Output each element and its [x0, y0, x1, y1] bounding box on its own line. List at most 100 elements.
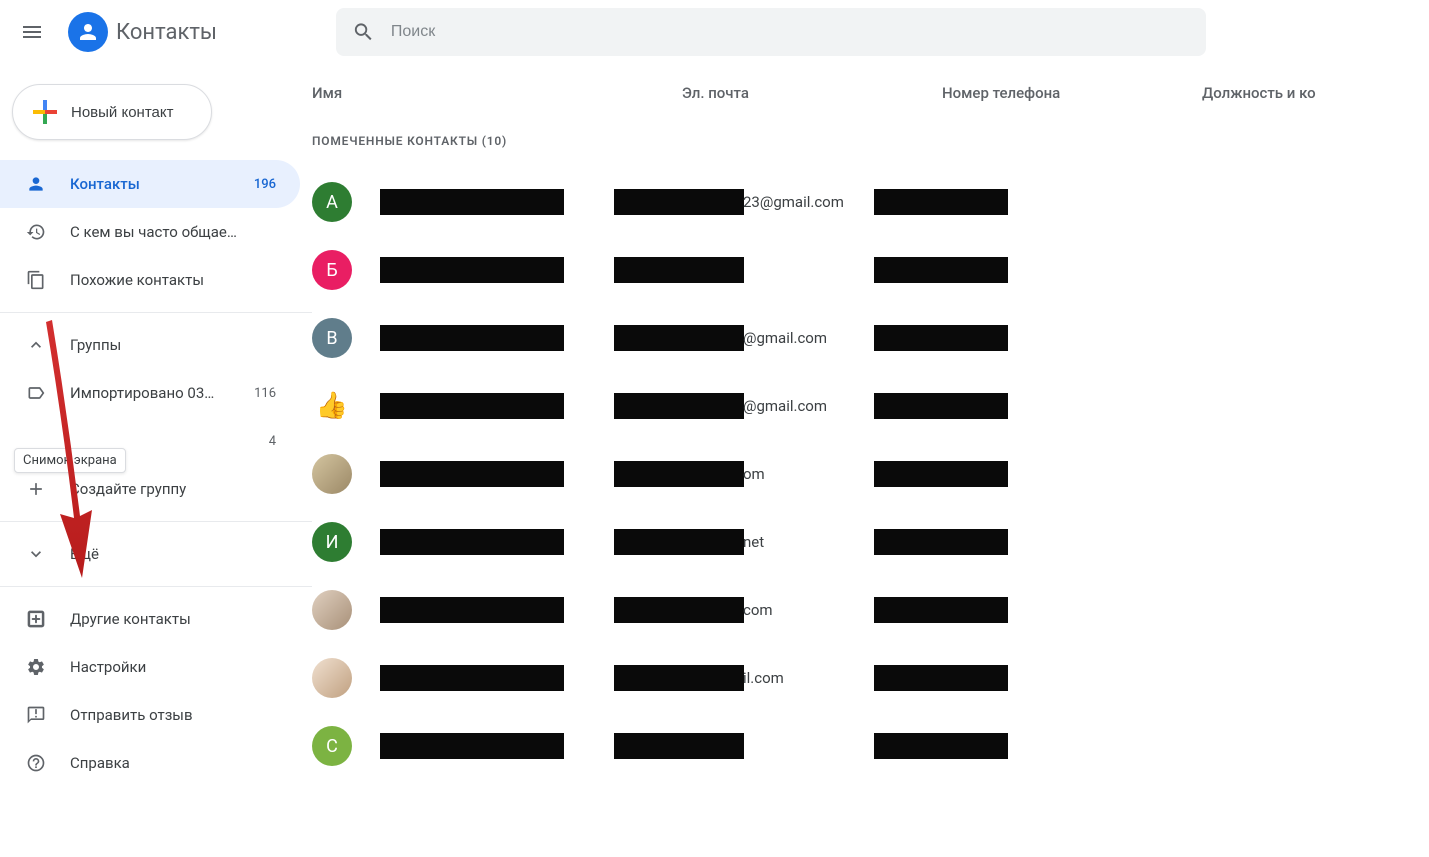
contact-row[interactable]: 👍 @gmail.com — [312, 372, 1429, 440]
email-suffix: @gmail.com — [743, 397, 827, 415]
contact-list: А 23@gmail.com БВ @gmail.com 👍 @gmail.com om Иn… — [312, 168, 1429, 780]
redacted-name — [380, 597, 564, 623]
sidebar-item-more[interactable]: Ещё — [0, 530, 300, 578]
sidebar-item-other[interactable]: Другие контакты — [0, 595, 300, 643]
search-icon — [352, 20, 375, 44]
email-suffix: om — [743, 465, 765, 483]
redacted-phone — [874, 665, 1008, 691]
sidebar-item-count: 116 — [254, 386, 276, 401]
sidebar-item-label: Контакты — [70, 175, 230, 193]
redacted-phone — [874, 325, 1008, 351]
contact-row[interactable]: В @gmail.com — [312, 304, 1429, 372]
sidebar-item-imported[interactable]: Импортировано 03… 116 — [0, 369, 300, 417]
contact-row[interactable]: А 23@gmail.com — [312, 168, 1429, 236]
contact-row[interactable]: il.com — [312, 644, 1429, 712]
redacted-phone — [874, 257, 1008, 283]
new-contact-button[interactable]: Новый контакт — [12, 84, 212, 140]
sidebar-item-contacts[interactable]: Контакты 196 — [0, 160, 300, 208]
sidebar-item-feedback[interactable]: Отправить отзыв — [0, 691, 300, 739]
avatar: И — [312, 522, 352, 562]
sidebar-item-label: Отправить отзыв — [70, 706, 276, 724]
screenshot-tooltip: Снимок экрана — [14, 448, 126, 473]
sidebar: Новый контакт Контакты 196 С кем вы част… — [0, 64, 312, 787]
hamburger-menu[interactable] — [8, 8, 56, 56]
redacted-phone — [874, 733, 1008, 759]
copy-icon — [26, 270, 46, 290]
sidebar-item-label: Импортировано 03… — [70, 384, 230, 402]
sidebar-item-label: Настройки — [70, 658, 276, 676]
feedback-icon — [26, 705, 46, 725]
redacted-phone — [874, 393, 1008, 419]
redacted-name — [380, 393, 564, 419]
redacted-name — [380, 733, 564, 759]
email-suffix: il.com — [743, 669, 784, 687]
sidebar-item-help[interactable]: Справка — [0, 739, 300, 787]
contact-row[interactable]: Б — [312, 236, 1429, 304]
sidebar-item-label: Группы — [70, 336, 276, 354]
redacted-name — [380, 325, 564, 351]
avatar: В — [312, 318, 352, 358]
redacted-email — [614, 189, 744, 215]
column-phone: Номер телефона — [942, 84, 1202, 102]
sidebar-item-similar[interactable]: Похожие контакты — [0, 256, 300, 304]
column-name: Имя — [312, 84, 682, 102]
help-icon — [26, 753, 46, 773]
gear-icon — [26, 657, 46, 677]
redacted-email — [614, 257, 744, 283]
column-job: Должность и ко — [1202, 84, 1429, 102]
avatar — [312, 658, 352, 698]
sidebar-item-label: Справка — [70, 754, 276, 772]
chevron-up-icon — [26, 335, 46, 355]
app-logo-icon — [68, 12, 108, 52]
menu-icon — [20, 20, 44, 44]
search-box[interactable] — [336, 8, 1206, 56]
sidebar-item-count: 196 — [254, 177, 276, 192]
email-suffix: @gmail.com — [743, 329, 827, 347]
sidebar-item-label: Создайте группу — [70, 480, 276, 498]
contact-row[interactable]: С — [312, 712, 1429, 780]
redacted-phone — [874, 597, 1008, 623]
avatar: Б — [312, 250, 352, 290]
new-contact-label: Новый контакт — [71, 104, 173, 121]
redacted-email — [614, 461, 744, 487]
sidebar-item-count: 4 — [269, 434, 276, 449]
redacted-email — [614, 325, 744, 351]
redacted-name — [380, 257, 564, 283]
redacted-email — [614, 393, 744, 419]
sidebar-item-label: Другие контакты — [70, 610, 276, 628]
email-suffix: net — [743, 533, 764, 551]
main-content: Имя Эл. почта Номер телефона Должность и… — [312, 64, 1429, 787]
email-suffix: 23@gmail.com — [743, 193, 844, 211]
app-logo-wrap: Контакты — [68, 12, 328, 52]
avatar — [312, 454, 352, 494]
search-input[interactable] — [391, 23, 1190, 41]
avatar: С — [312, 726, 352, 766]
sidebar-item-label: Ещё — [70, 545, 276, 563]
person-icon — [26, 174, 46, 194]
avatar: 👍 — [312, 386, 352, 426]
contact-row[interactable]: com — [312, 576, 1429, 644]
redacted-email — [614, 733, 744, 759]
contact-row[interactable]: Иnet — [312, 508, 1429, 576]
app-title: Контакты — [116, 20, 217, 45]
avatar — [312, 590, 352, 630]
sidebar-groups-header[interactable]: Группы — [0, 321, 300, 369]
redacted-name — [380, 529, 564, 555]
plus-icon — [33, 100, 57, 124]
section-label: ПОМЕЧЕННЫЕ КОНТАКТЫ (10) — [312, 126, 1429, 168]
sidebar-item-settings[interactable]: Настройки — [0, 643, 300, 691]
redacted-name — [380, 665, 564, 691]
avatar: А — [312, 182, 352, 222]
inbox-icon — [26, 609, 46, 629]
redacted-phone — [874, 461, 1008, 487]
table-header: Имя Эл. почта Номер телефона Должность и… — [312, 84, 1429, 126]
redacted-phone — [874, 529, 1008, 555]
plus-small-icon — [26, 479, 46, 499]
redacted-email — [614, 597, 744, 623]
contact-row[interactable]: om — [312, 440, 1429, 508]
email-suffix: com — [743, 601, 773, 619]
column-email: Эл. почта — [682, 84, 942, 102]
sidebar-item-frequent[interactable]: С кем вы часто общае… — [0, 208, 300, 256]
redacted-name — [380, 189, 564, 215]
topbar: Контакты — [0, 0, 1429, 64]
